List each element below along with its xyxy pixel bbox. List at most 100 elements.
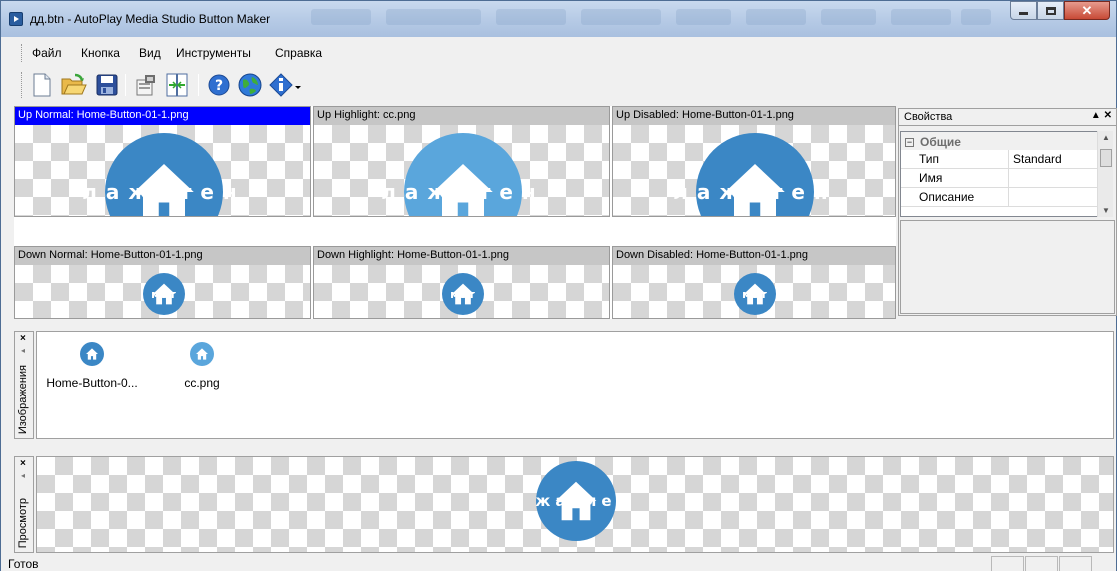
state-preview: мат <box>15 265 310 318</box>
state-preview: лажатен <box>15 125 310 216</box>
button-overlay-text: мат <box>450 287 476 301</box>
property-row-description[interactable]: Описание <box>901 188 1098 207</box>
button-overlay-text: лажатен <box>673 180 837 204</box>
scroll-thumb[interactable] <box>1100 149 1112 167</box>
window-title: дд.btn - AutoPlay Media Studio Button Ma… <box>30 12 271 26</box>
open-button[interactable] <box>61 71 87 99</box>
collapse-icon[interactable]: − <box>905 137 914 147</box>
title-bar[interactable]: дд.btn - AutoPlay Media Studio Button Ma… <box>1 1 1116 37</box>
property-key: Тип <box>901 150 1009 168</box>
app-icon[interactable] <box>9 12 23 26</box>
property-value[interactable]: Standard <box>1009 150 1098 168</box>
button-overlay-text: жатме <box>535 492 617 510</box>
help-icon: ? <box>208 74 230 96</box>
web-globe-icon <box>238 73 262 97</box>
pin-icon[interactable]: ▲ <box>1091 110 1101 121</box>
image-thumbnail <box>80 342 104 366</box>
image-list-item[interactable]: Home-Button-0... <box>37 342 147 390</box>
status-cell <box>1025 556 1058 571</box>
scroll-down-icon[interactable]: ▼ <box>1102 206 1110 215</box>
state-label: Down Disabled: Home-Button-01-1.png <box>613 247 895 265</box>
minimize-icon <box>1019 12 1028 15</box>
button-state-cell[interactable]: Up Highlight: cc.png лажатен <box>313 106 610 217</box>
menu-tools[interactable]: Инструменты <box>176 46 251 60</box>
state-preview: лажатен <box>314 125 609 216</box>
home-icon <box>196 348 208 360</box>
image-name: cc.png <box>184 376 220 390</box>
images-dock-tab[interactable]: × ◂ Изображения <box>14 331 34 439</box>
toolbar-overflow-button[interactable] <box>291 71 305 99</box>
dropdown-arrow-icon <box>295 86 301 89</box>
properties-scrollbar[interactable]: ▲ ▼ <box>1097 131 1113 217</box>
menu-button[interactable]: Кнопка <box>81 46 120 60</box>
home-button-image: мат <box>143 273 185 315</box>
pin-icon[interactable]: ◂ <box>21 346 25 355</box>
save-button[interactable] <box>94 71 120 99</box>
home-icon <box>86 348 98 360</box>
preview-dock-tab[interactable]: × ◂ Просмотр <box>14 456 34 553</box>
images-panel: Home-Button-0... cc.png <box>36 331 1114 439</box>
toolbar-grip[interactable] <box>21 72 24 98</box>
image-list-item[interactable]: cc.png <box>147 342 257 390</box>
menu-grip[interactable] <box>21 44 24 62</box>
home-button-image: лажатен <box>673 133 828 216</box>
property-key: Имя <box>901 169 1009 187</box>
properties-button[interactable] <box>133 71 159 99</box>
button-state-cell[interactable]: Down Disabled: Home-Button-01-1.png мат <box>612 246 896 319</box>
new-file-button[interactable] <box>29 71 55 99</box>
state-label: Down Normal: Home-Button-01-1.png <box>15 247 310 265</box>
button-overlay-text: лажатен <box>381 180 545 204</box>
property-category[interactable]: − Общие <box>901 132 1098 150</box>
properties-controls: ▲ ✕ <box>1091 110 1112 121</box>
new-file-icon <box>33 73 51 97</box>
pin-icon[interactable]: ◂ <box>21 471 25 480</box>
close-icon[interactable]: × <box>20 458 26 469</box>
images-tab-label: Изображения <box>17 364 29 434</box>
properties-panel: Свойства ▲ ✕ − Общие Тип Standard Имя Оп… <box>898 108 1117 316</box>
toolbar: ? <box>1 66 1116 103</box>
property-row-name[interactable]: Имя <box>901 169 1098 188</box>
property-value[interactable] <box>1009 188 1098 206</box>
preview-button-image: жатме <box>535 461 617 541</box>
button-state-cell[interactable]: Up Disabled: Home-Button-01-1.png лажатен <box>612 106 896 217</box>
help-button[interactable]: ? <box>206 71 232 99</box>
info-diamond-icon <box>269 73 293 97</box>
image-name: Home-Button-0... <box>46 376 138 390</box>
split-button[interactable] <box>164 71 190 99</box>
state-preview: мат <box>613 265 895 318</box>
toolbar-separator <box>198 74 199 96</box>
web-button[interactable] <box>237 71 263 99</box>
property-row-type[interactable]: Тип Standard <box>901 150 1098 169</box>
close-icon[interactable]: × <box>20 333 26 344</box>
home-button-image: лажатен <box>82 133 237 216</box>
save-disk-icon <box>96 74 118 96</box>
minimize-button[interactable] <box>1010 1 1037 20</box>
button-overlay-text: мат <box>742 287 768 301</box>
button-state-cell[interactable]: Down Highlight: Home-Button-01-1.png мат <box>313 246 610 319</box>
close-icon[interactable]: ✕ <box>1104 110 1112 121</box>
property-key: Описание <box>901 188 1009 206</box>
home-button-image: лажатен <box>381 133 536 216</box>
app-window: дд.btn - AutoPlay Media Studio Button Ma… <box>0 0 1117 571</box>
button-overlay-text: лажатен <box>82 180 246 204</box>
state-label: Up Normal: Home-Button-01-1.png <box>15 107 310 125</box>
button-state-cell[interactable]: Down Normal: Home-Button-01-1.png мат <box>14 246 311 319</box>
property-category-label: Общие <box>920 135 961 149</box>
button-state-cell[interactable]: Up Normal: Home-Button-01-1.png лажатен <box>14 106 311 217</box>
scroll-up-icon[interactable]: ▲ <box>1102 133 1110 142</box>
maximize-icon <box>1045 6 1056 15</box>
maximize-button[interactable] <box>1037 1 1064 20</box>
home-button-image: мат <box>442 273 484 315</box>
menu-help[interactable]: Справка <box>275 46 322 60</box>
state-preview: лажатен <box>613 125 895 216</box>
menu-file[interactable]: Файл <box>32 46 62 60</box>
home-button-image: мат <box>734 273 776 315</box>
button-overlay-text: мат <box>151 287 177 301</box>
property-value[interactable] <box>1009 169 1098 187</box>
properties-title: Свойства <box>904 111 953 123</box>
open-folder-icon <box>61 73 87 95</box>
menu-view[interactable]: Вид <box>139 46 161 60</box>
toolbar-separator <box>125 74 126 96</box>
status-cell <box>1059 556 1092 571</box>
close-button[interactable]: ✕ <box>1064 1 1110 20</box>
